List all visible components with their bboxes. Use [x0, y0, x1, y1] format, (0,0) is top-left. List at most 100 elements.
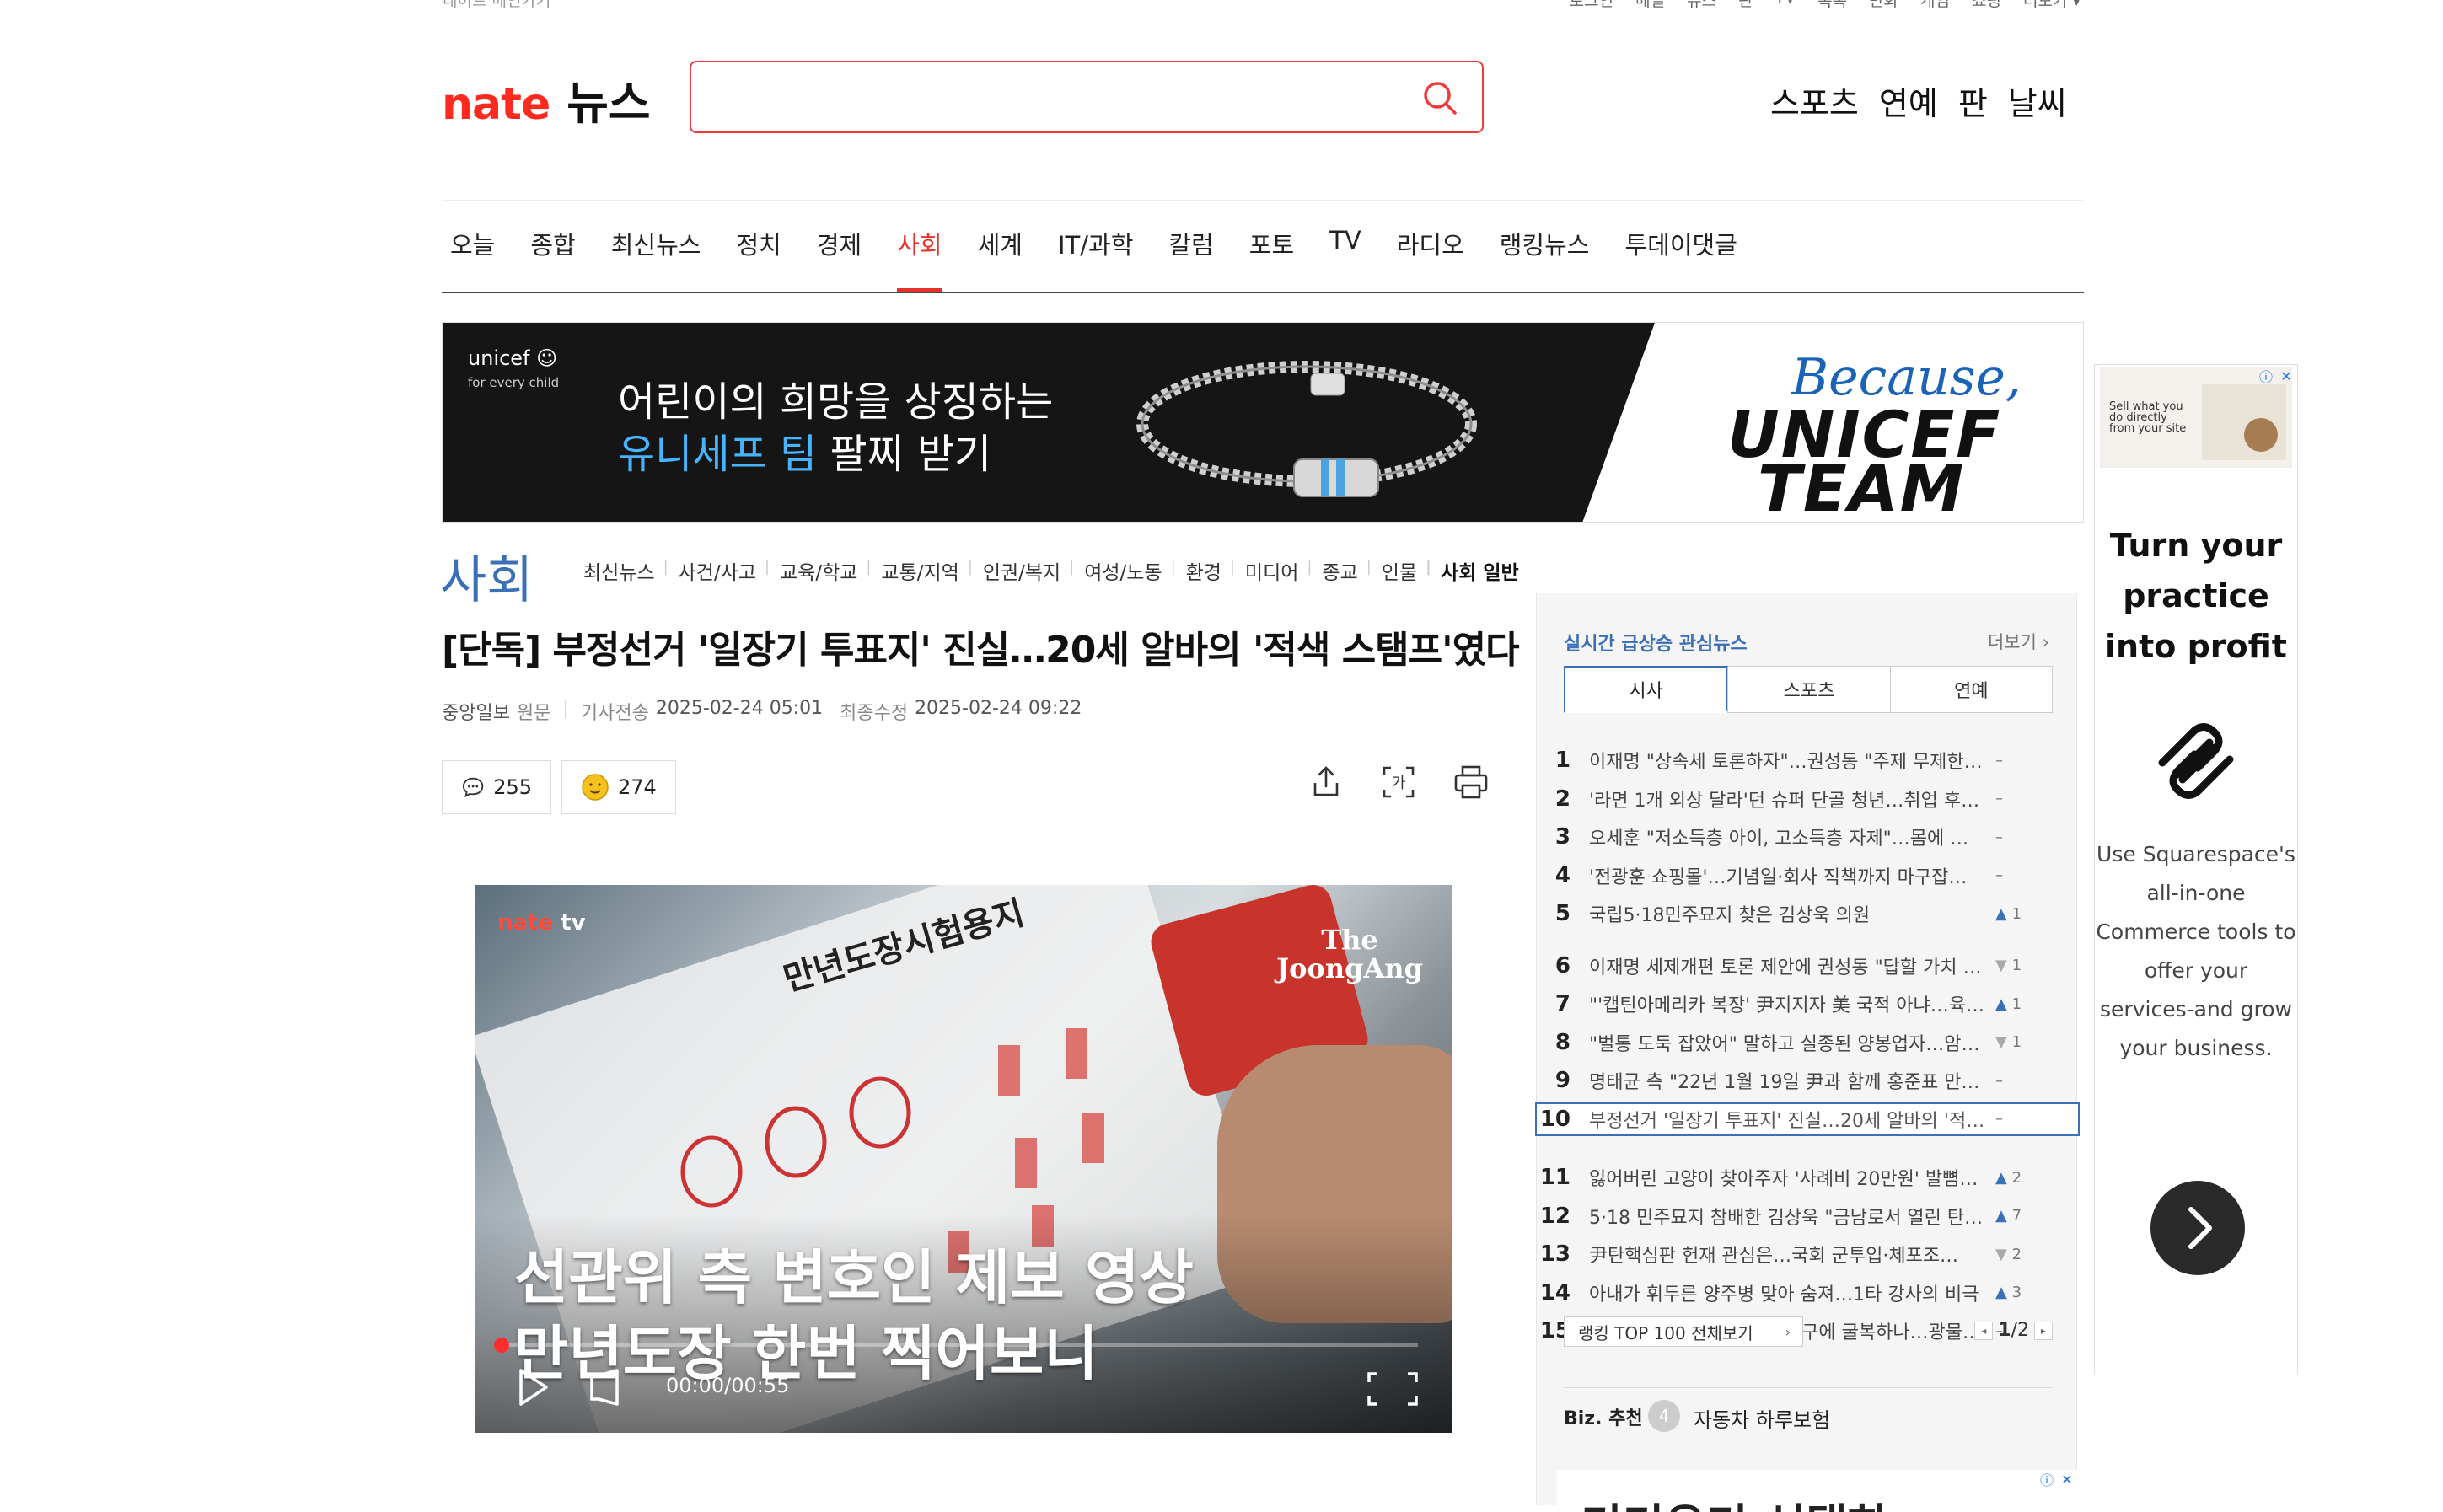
ranking-headline[interactable]: 尹탄핵심판 헌재 관심은…국회 군투입·체포조…: [1581, 1241, 1985, 1268]
font-size-icon[interactable]: 가: [1379, 763, 1418, 802]
search-icon[interactable]: [1420, 78, 1460, 118]
nav-item[interactable]: 오늘: [442, 226, 503, 276]
squarespace-side-ad[interactable]: Sell what you do directly from your site…: [2094, 364, 2298, 1375]
nav-item[interactable]: TV: [1321, 226, 1370, 276]
nav-item[interactable]: 랭킹뉴스: [1491, 226, 1598, 276]
ranking-row[interactable]: 14 아내가 휘두른 양주병 맞아 숨져…1타 강사의 비극 ▲ 3: [1537, 1276, 2076, 1310]
ranking-panel-ad[interactable]: 기기우기 선택하 ⓘ ✕: [1557, 1470, 2080, 1512]
sub-nav-item[interactable]: 사회 일반: [1426, 556, 1531, 585]
sub-nav-item[interactable]: 여성/노동: [1069, 556, 1173, 585]
top-link[interactable]: TV: [1775, 0, 1796, 11]
ranking-row[interactable]: 10 부정선거 '일장기 투표지' 진실…20세 알바의 '적색 스… –: [1535, 1102, 2080, 1136]
nav-item[interactable]: 포토: [1241, 226, 1302, 276]
service-link-pann[interactable]: 판: [1958, 78, 1988, 124]
nav-item[interactable]: 라디오: [1388, 226, 1473, 276]
nav-item[interactable]: IT/과학: [1050, 226, 1141, 276]
ranking-row[interactable]: 9 명태균 측 "22년 1월 19일 尹과 함께 홍준표 만났… –: [1537, 1064, 2076, 1097]
sub-nav-item[interactable]: 종교: [1307, 556, 1369, 585]
top-link[interactable]: 뉴스: [1687, 0, 1716, 11]
main-home-link[interactable]: 네이트 메인가기: [443, 0, 550, 11]
top-link[interactable]: 더보기 ▾: [2023, 0, 2081, 11]
ad-close-icon[interactable]: ✕: [2277, 367, 2295, 385]
sub-nav-item[interactable]: 사건/사고: [663, 556, 768, 585]
ranking-row[interactable]: 8 "벌통 도둑 잡았어" 말하고 실종된 양봉업자…암… ▼ 1: [1537, 1026, 2076, 1059]
ranking-row[interactable]: 12 5·18 민주묘지 참배한 김상욱 "금남로서 열린 탄… ▲ 7: [1537, 1199, 2076, 1233]
ranking-row[interactable]: 7 "'캡틴아메리카 복장' 尹지지자 美 국적 아냐…육… ▲ 1: [1537, 987, 2076, 1021]
top-link[interactable]: 만화: [1869, 0, 1898, 11]
ranking-tab[interactable]: 연예: [1889, 667, 2052, 712]
ranking-top100-button[interactable]: 랭킹 TOP 100 전체보기 ›: [1564, 1316, 1803, 1347]
ranking-headline[interactable]: '라면 1개 외상 달라'던 슈퍼 단골 청년…취업 후 …: [1581, 785, 1985, 812]
ad-info-icon[interactable]: ⓘ: [2257, 367, 2275, 385]
ranking-headline[interactable]: '전광훈 쇼핑몰'…기념일·회사 직책까지 마구잡…: [1581, 862, 1985, 889]
video-progress-handle[interactable]: [494, 1338, 509, 1353]
nav-item[interactable]: 세계: [969, 226, 1031, 276]
top-link[interactable]: 메일: [1635, 0, 1665, 11]
ranking-headline[interactable]: 아내가 휘두른 양주병 맞아 숨져…1타 강사의 비극: [1581, 1279, 1985, 1306]
volume-icon[interactable]: [587, 1367, 624, 1407]
nav-item[interactable]: 사회: [889, 226, 950, 292]
top-link[interactable]: 로그인: [1570, 0, 1613, 11]
ranking-tab[interactable]: 스포츠: [1727, 667, 1889, 712]
original-link[interactable]: 원문: [517, 698, 550, 725]
ad-info-icon[interactable]: ⓘ: [2038, 1470, 2056, 1488]
search-box[interactable]: [690, 61, 1484, 133]
comments-button[interactable]: 255: [442, 760, 551, 814]
ranking-headline[interactable]: "벌통 도둑 잡았어" 말하고 실종된 양봉업자…암…: [1581, 1029, 1985, 1056]
sub-nav-item[interactable]: 인권/복지: [968, 556, 1072, 585]
sub-nav-item[interactable]: 교통/지역: [866, 556, 970, 585]
biz-recommend[interactable]: Biz. 추천 4 자동차 하루보험: [1564, 1387, 2053, 1432]
ranking-row[interactable]: 11 잃어버린 고양이 찾아주자 '사례비 20만원' 발뼘… ▲ 2: [1537, 1161, 2076, 1194]
prev-page-button[interactable]: ◂: [1974, 1321, 1994, 1340]
sub-nav-item[interactable]: 교육/학교: [765, 556, 869, 585]
ranking-row[interactable]: 2 '라면 1개 외상 달라'던 슈퍼 단골 청년…취업 후 … –: [1537, 782, 2076, 816]
biz-text[interactable]: 자동차 하루보험: [1694, 1403, 1830, 1433]
ranking-row[interactable]: 4 '전광훈 쇼핑몰'…기념일·회사 직책까지 마구잡… –: [1537, 859, 2076, 893]
video-progress-bar[interactable]: [494, 1338, 1418, 1353]
ranking-headline[interactable]: 5·18 민주묘지 참배한 김상욱 "금남로서 열린 탄…: [1581, 1203, 1985, 1230]
press-name[interactable]: 중앙일보: [442, 698, 510, 725]
ranking-row[interactable]: 5 국립5·18민주묘지 찾은 김상욱 의원 ▲ 1: [1537, 897, 2076, 930]
search-input[interactable]: [708, 76, 1403, 120]
section-title[interactable]: 사회: [440, 539, 533, 613]
ad-next-button[interactable]: [2150, 1181, 2245, 1275]
ranking-headline[interactable]: 오세훈 "저소득층 아이, 고소득층 자제"…몸에 …: [1581, 823, 1985, 850]
ranking-row[interactable]: 13 尹탄핵심판 헌재 관심은…국회 군투입·체포조… ▼ 2: [1537, 1237, 2076, 1271]
ranking-headline[interactable]: 국립5·18민주묘지 찾은 김상욱 의원: [1581, 900, 1985, 927]
nav-item[interactable]: 종합: [522, 226, 583, 276]
nav-item[interactable]: 정치: [728, 226, 789, 276]
ranking-more-link[interactable]: 더보기 ›: [1988, 629, 2049, 654]
top-link[interactable]: 게임: [1920, 0, 1950, 11]
top-link[interactable]: 쇼핑: [1972, 0, 2001, 11]
nav-item[interactable]: 경제: [808, 226, 870, 276]
sub-nav-item[interactable]: 인물: [1366, 556, 1429, 585]
sub-nav-item[interactable]: 최신뉴스: [572, 556, 667, 585]
ranking-row[interactable]: 6 이재명 세제개편 토론 제안에 권성동 "답할 가치 … ▼ 1: [1537, 949, 2076, 983]
top-link[interactable]: 판: [1738, 0, 1753, 11]
top-link[interactable]: 톡톡: [1817, 0, 1847, 11]
service-link-sports[interactable]: 스포츠: [1770, 78, 1859, 124]
sub-nav-item[interactable]: 환경: [1171, 556, 1233, 585]
nav-item[interactable]: 칼럼: [1160, 226, 1222, 276]
ranking-row[interactable]: 1 이재명 "상속세 토론하자"…권성동 "주제 무제한… –: [1537, 743, 2076, 777]
next-page-button[interactable]: ▸: [2034, 1321, 2053, 1340]
ranking-headline[interactable]: 잃어버린 고양이 찾아주자 '사례비 20만원' 발뼘…: [1581, 1164, 1985, 1191]
nav-item[interactable]: 최신뉴스: [603, 226, 710, 276]
reaction-button[interactable]: 274: [561, 760, 676, 814]
print-icon[interactable]: [1452, 763, 1490, 802]
ranking-row[interactable]: 3 오세훈 "저소득층 아이, 고소득층 자제"…몸에 … –: [1537, 820, 2076, 854]
nav-item[interactable]: 투데이댓글: [1616, 226, 1745, 276]
ranking-tab[interactable]: 시사: [1564, 666, 1729, 713]
fullscreen-icon[interactable]: [1367, 1372, 1418, 1406]
ranking-headline[interactable]: 부정선거 '일장기 투표지' 진실…20세 알바의 '적색 스…: [1581, 1106, 1985, 1133]
video-player[interactable]: 만년도장시험용지 nate tv The JoongAng 선관위 측 변호인 제…: [475, 885, 1452, 1433]
service-link-entertainment[interactable]: 연예: [1879, 78, 1938, 124]
share-icon[interactable]: [1307, 763, 1345, 802]
service-link-weather[interactable]: 날씨: [2008, 78, 2067, 124]
nate-news-logo[interactable]: nate 뉴스: [442, 66, 651, 132]
sub-nav-item[interactable]: 미디어: [1230, 556, 1310, 585]
ranking-headline[interactable]: 이재명 "상속세 토론하자"…권성동 "주제 무제한…: [1581, 747, 1985, 774]
ranking-headline[interactable]: "'캡틴아메리카 복장' 尹지지자 美 국적 아냐…육…: [1581, 990, 1985, 1017]
ranking-headline[interactable]: 명태균 측 "22년 1월 19일 尹과 함께 홍준표 만났…: [1581, 1067, 1985, 1094]
ad-close-icon[interactable]: ✕: [2058, 1470, 2076, 1488]
